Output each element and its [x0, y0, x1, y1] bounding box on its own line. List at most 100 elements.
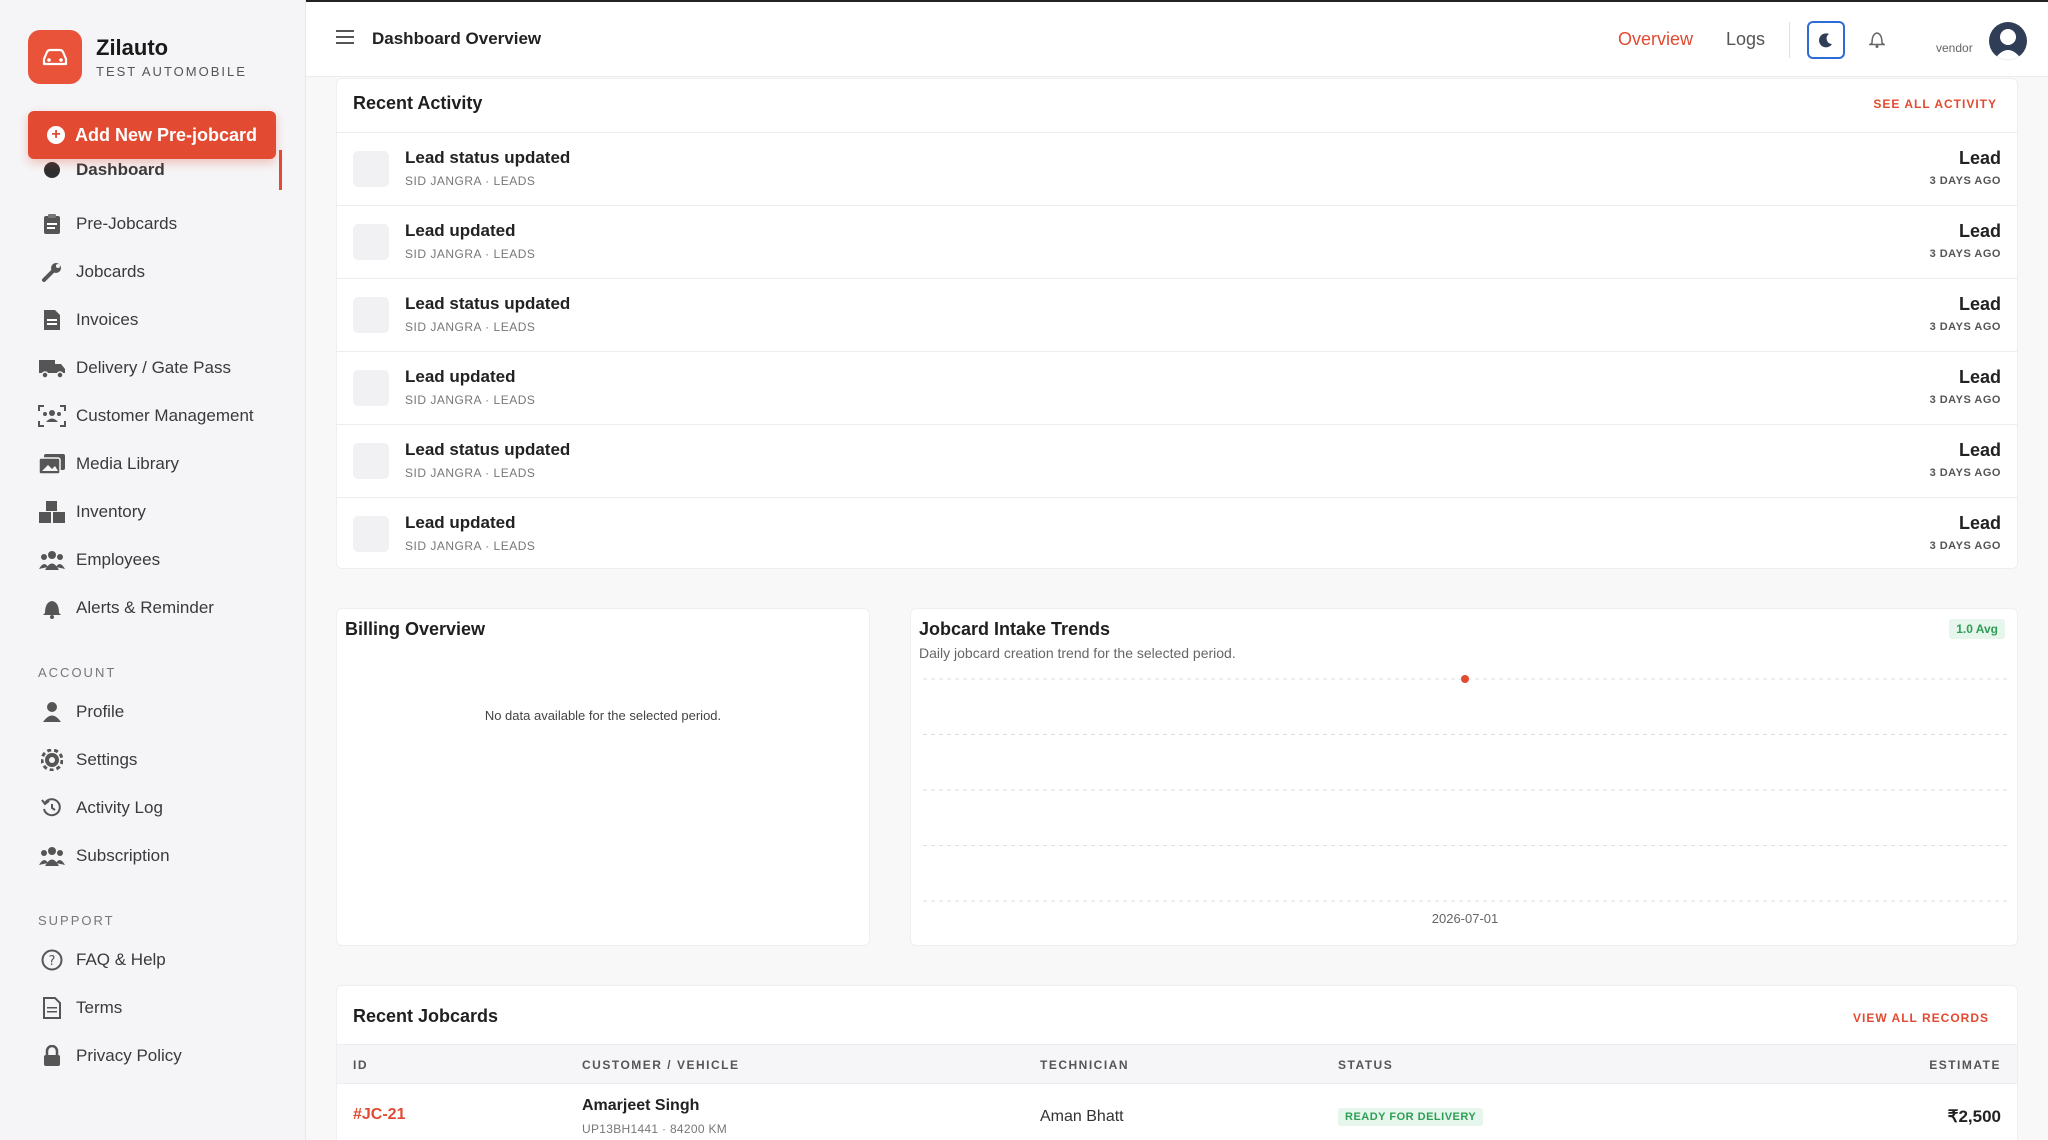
account-section-title: ACCOUNT [38, 665, 117, 680]
avatar[interactable] [1989, 22, 2027, 60]
sidebar-item-inventory[interactable]: Inventory [20, 488, 282, 536]
sidebar-item-label: Activity Log [76, 798, 163, 817]
hamburger-menu-icon[interactable] [336, 30, 354, 46]
wrench-icon [38, 259, 66, 285]
activity-row[interactable]: Lead updated SID JANGRA · LEADS Lead 3 DAYS… [337, 205, 2017, 278]
gear-icon [38, 747, 66, 773]
dashboard-icon [38, 157, 66, 183]
activity-row[interactable]: Lead updated SID JANGRA · LEADS Lead 3 DAYS… [337, 497, 2017, 570]
moon-icon [1819, 33, 1832, 48]
column-header-estimate[interactable]: ESTIMATE [1929, 1058, 2001, 1072]
sidebar-item-pre-jobcards[interactable]: Pre-Jobcards [20, 200, 282, 248]
sidebar-item-jobcards[interactable]: Jobcards [20, 248, 282, 296]
sidebar-item-customer-management[interactable]: Customer Management [20, 392, 282, 440]
sidebar-item-label: Media Library [76, 454, 179, 473]
sidebar-item-label: FAQ & Help [76, 950, 166, 969]
estimate-value: ₹2,500 [1947, 1107, 2001, 1126]
activity-time: 3 DAYS AGO [1929, 175, 2001, 187]
boxes-icon [38, 499, 66, 525]
top-bar: Dashboard Overview Overview Logs vendor [306, 0, 2048, 77]
activity-meta: SID JANGRA · LEADS [405, 393, 536, 407]
sidebar-item-label: Delivery / Gate Pass [76, 358, 231, 377]
sidebar-item-media-library[interactable]: Media Library [20, 440, 282, 488]
theme-toggle-button[interactable] [1807, 21, 1845, 59]
sidebar-item-delivery[interactable]: Delivery / Gate Pass [20, 344, 282, 392]
sidebar-item-label: Inventory [76, 502, 146, 521]
activity-time: 3 DAYS AGO [1929, 248, 2001, 260]
vehicle-info: UP13BH1441 · 84200 KM [582, 1122, 728, 1136]
sidebar-item-employees[interactable]: Employees [20, 536, 282, 584]
add-pre-jobcard-button[interactable]: + Add New Pre-jobcard [28, 111, 276, 159]
trend-chart: 2026-07-01 [923, 675, 2007, 926]
sidebar-item-label: Subscription [76, 846, 170, 865]
activity-type: Lead [1958, 440, 2001, 460]
technician-name: Aman Bhatt [1040, 1108, 1124, 1125]
brand[interactable]: Zilauto TEST AUTOMOBILE [28, 30, 247, 84]
sidebar-item-faq[interactable]: ? FAQ & Help [20, 936, 282, 984]
activity-row[interactable]: Lead updated SID JANGRA · LEADS Lead 3 DAYS… [337, 351, 2017, 424]
jobcard-trends-card: Jobcard Intake Trends Daily jobcard crea… [910, 608, 2018, 946]
sidebar-item-profile[interactable]: Profile [20, 688, 282, 736]
sidebar-item-label: Terms [76, 998, 123, 1017]
sidebar-nav: Dashboard Pre-Jobcards Jobcards Invoices… [20, 150, 282, 1080]
activity-type: Lead [1958, 513, 2001, 533]
activity-thumbnail [353, 516, 389, 552]
recent-activity-card: Recent Activity SEE ALL ACTIVITY Lead st… [336, 78, 2018, 569]
column-header-id[interactable]: ID [353, 1058, 368, 1072]
activity-time: 3 DAYS AGO [1929, 540, 2001, 552]
svg-text:?: ? [49, 954, 56, 969]
sidebar-item-label: Dashboard [76, 160, 165, 179]
data-point[interactable] [1461, 675, 1469, 683]
activity-time: 3 DAYS AGO [1929, 321, 2001, 333]
x-tick-label: 2026-07-01 [1432, 911, 1499, 926]
car-logo-icon [28, 30, 82, 84]
activity-row[interactable]: Lead status updated SID JANGRA · LEADS Lea… [337, 278, 2017, 351]
lock-icon [38, 1043, 66, 1069]
sidebar-item-settings[interactable]: Settings [20, 736, 282, 784]
empty-state-message: No data available for the selected perio… [484, 708, 722, 723]
activity-row[interactable]: Lead status updated SID JANGRA · LEADS Lea… [337, 132, 2017, 205]
activity-thumbnail [353, 297, 389, 333]
view-all-records-link[interactable]: VIEW ALL RECORDS [1853, 1011, 1989, 1025]
sidebar-item-activity-log[interactable]: Activity Log [20, 784, 282, 832]
recent-jobcards-title: Recent Jobcards [353, 1006, 499, 1026]
customer-name: Amarjeet Singh [582, 1097, 700, 1114]
activity-title: Lead updated [405, 367, 516, 386]
activity-row[interactable]: Lead status updated SID JANGRA · LEADS Lea… [337, 424, 2017, 497]
jobcard-id-link[interactable]: #JC-21 [353, 1106, 405, 1124]
sidebar-item-label: Invoices [76, 310, 139, 329]
table-row[interactable]: #JC-21 Amarjeet Singh UP13BH1441 · 84200… [337, 1084, 2017, 1140]
sidebar-item-label: Customer Management [76, 406, 254, 425]
column-header-customer[interactable]: CUSTOMER / VEHICLE [582, 1058, 739, 1072]
sidebar-item-label: Jobcards [76, 262, 145, 281]
sidebar-item-privacy[interactable]: Privacy Policy [20, 1032, 282, 1080]
activity-thumbnail [353, 151, 389, 187]
activity-meta: SID JANGRA · LEADS [405, 539, 536, 553]
activity-type: Lead [1958, 148, 2001, 168]
activity-type: Lead [1958, 294, 2001, 314]
status-badge: READY FOR DELIVERY [1338, 1108, 1484, 1126]
sidebar-item-subscription[interactable]: Subscription [20, 832, 282, 880]
activity-thumbnail [353, 443, 389, 479]
sidebar-item-terms[interactable]: Terms [20, 984, 282, 1032]
activity-list: Lead status updated SID JANGRA · LEADS Lea… [337, 132, 2017, 570]
add-pre-jobcard-label: Add New Pre-jobcard [74, 124, 258, 145]
recent-jobcards-card: Recent Jobcards VIEW ALL RECORDS ID CUST… [336, 985, 2018, 1140]
tab-overview[interactable]: Overview [1618, 29, 1693, 50]
activity-meta: SID JANGRA · LEADS [405, 174, 536, 188]
help-icon: ? [38, 947, 66, 973]
tab-logs[interactable]: Logs [1726, 29, 1765, 50]
sidebar-item-label: Alerts & Reminder [76, 598, 214, 617]
sidebar-item-label: Profile [76, 702, 125, 721]
column-header-status[interactable]: STATUS [1338, 1058, 1393, 1072]
activity-title: Lead updated [405, 513, 516, 532]
activity-meta: SID JANGRA · LEADS [405, 247, 536, 261]
column-header-technician[interactable]: TECHNICIAN [1040, 1058, 1129, 1072]
page-title: Dashboard Overview [372, 29, 542, 48]
activity-meta: SID JANGRA · LEADS [405, 320, 536, 334]
document-icon [38, 995, 66, 1021]
see-all-activity-link[interactable]: SEE ALL ACTIVITY [1873, 97, 1997, 111]
sidebar-item-invoices[interactable]: Invoices [20, 296, 282, 344]
notification-bell-icon[interactable] [1867, 30, 1887, 53]
sidebar-item-alerts[interactable]: Alerts & Reminder [20, 584, 282, 632]
